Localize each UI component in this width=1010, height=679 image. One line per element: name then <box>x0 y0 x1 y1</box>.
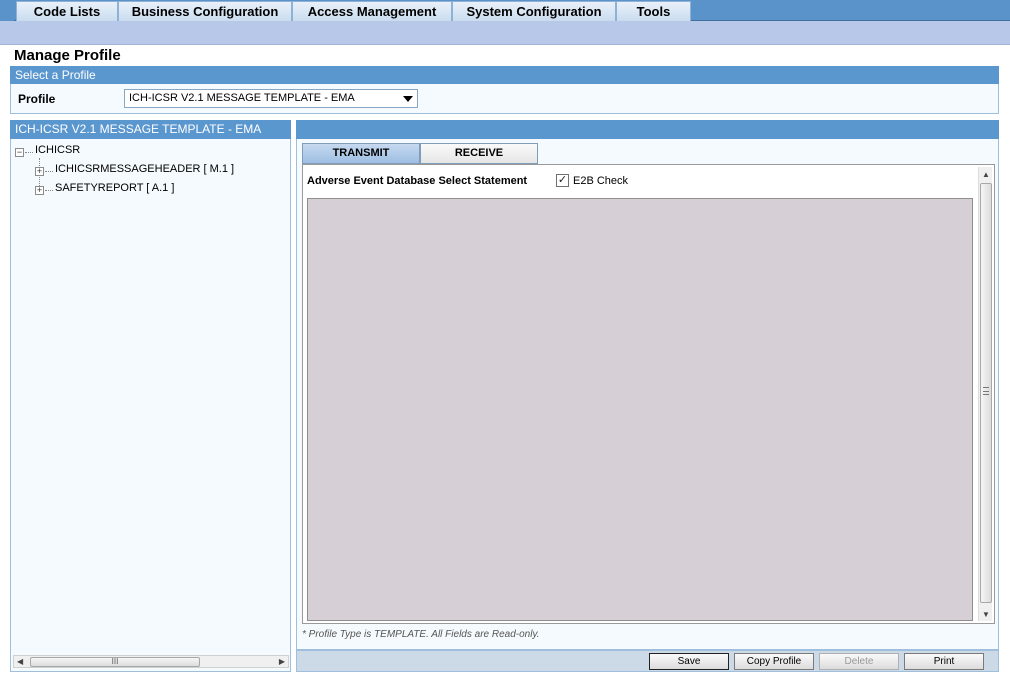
save-button[interactable]: Save <box>649 653 729 670</box>
tab-receive[interactable]: RECEIVE <box>420 143 538 164</box>
select-statement-textarea[interactable] <box>307 198 973 621</box>
action-bar: Save Copy Profile Delete Print <box>296 650 999 672</box>
profile-dropdown-value: ICH-ICSR V2.1 MESSAGE TEMPLATE - EMA <box>129 92 355 104</box>
delete-button[interactable]: Delete <box>819 653 899 670</box>
transmit-content: Adverse Event Database Select Statement … <box>302 164 995 624</box>
scroll-left-icon[interactable]: ◀ <box>17 657 23 666</box>
scroll-right-icon[interactable]: ▶ <box>279 657 285 666</box>
content-vertical-scrollbar[interactable]: ▲ ▼ <box>978 167 992 621</box>
scroll-thumb[interactable]: III <box>30 657 200 667</box>
profile-tree-panel: − ICHICSR + ICHICSRMESSAGEHEADER [ M.1 ]… <box>10 139 291 672</box>
menu-code-lists[interactable]: Code Lists <box>16 1 118 21</box>
grip-icon <box>983 387 989 395</box>
select-statement-label: Adverse Event Database Select Statement <box>307 175 528 187</box>
select-profile-panel: Profile ICH-ICSR V2.1 MESSAGE TEMPLATE -… <box>10 84 999 114</box>
scroll-thumb[interactable] <box>980 183 992 603</box>
tree-panel-header: ICH-ICSR V2.1 MESSAGE TEMPLATE - EMA <box>10 120 291 139</box>
tree-node-message-header[interactable]: ICHICSRMESSAGEHEADER [ M.1 ] <box>55 163 234 175</box>
profile-type-footnote: * Profile Type is TEMPLATE. All Fields a… <box>302 629 540 640</box>
menu-system-configuration[interactable]: System Configuration <box>452 1 616 21</box>
menu-business-configuration[interactable]: Business Configuration <box>118 1 292 21</box>
copy-profile-button[interactable]: Copy Profile <box>734 653 814 670</box>
dropdown-arrow-icon[interactable] <box>403 96 413 102</box>
print-button[interactable]: Print <box>904 653 984 670</box>
menu-access-management[interactable]: Access Management <box>292 1 452 21</box>
tab-transmit[interactable]: TRANSMIT <box>302 143 420 164</box>
tree-horizontal-scrollbar[interactable]: ◀ III ▶ <box>13 655 289 668</box>
expand-icon[interactable]: + <box>35 167 44 176</box>
profile-detail-panel: TRANSMIT RECEIVE Adverse Event Database … <box>296 139 999 650</box>
profile-label: Profile <box>18 92 56 106</box>
e2b-check-checkbox[interactable]: ✓ <box>556 174 569 187</box>
scroll-down-icon[interactable]: ▼ <box>982 610 990 619</box>
tree-node-safety-report[interactable]: SAFETYREPORT [ A.1 ] <box>55 182 174 194</box>
detail-panel-header <box>296 120 999 139</box>
menu-bar-lead <box>0 0 14 21</box>
tree-connector <box>45 190 53 191</box>
tree-connector <box>45 171 53 172</box>
profile-dropdown[interactable]: ICH-ICSR V2.1 MESSAGE TEMPLATE - EMA <box>124 89 418 108</box>
page-title: Manage Profile <box>14 47 121 64</box>
sub-menu-bar <box>0 21 1010 45</box>
tree-node-ichicsr[interactable]: ICHICSR <box>35 144 80 156</box>
collapse-icon[interactable]: − <box>15 148 24 157</box>
tree-connector <box>25 152 33 153</box>
select-profile-header: Select a Profile <box>10 66 999 85</box>
menu-tools[interactable]: Tools <box>616 1 691 21</box>
scroll-up-icon[interactable]: ▲ <box>982 170 990 179</box>
top-menu-bar: Code Lists Business Configuration Access… <box>0 0 1010 21</box>
expand-icon[interactable]: + <box>35 186 44 195</box>
e2b-check-label: E2B Check <box>573 175 629 187</box>
